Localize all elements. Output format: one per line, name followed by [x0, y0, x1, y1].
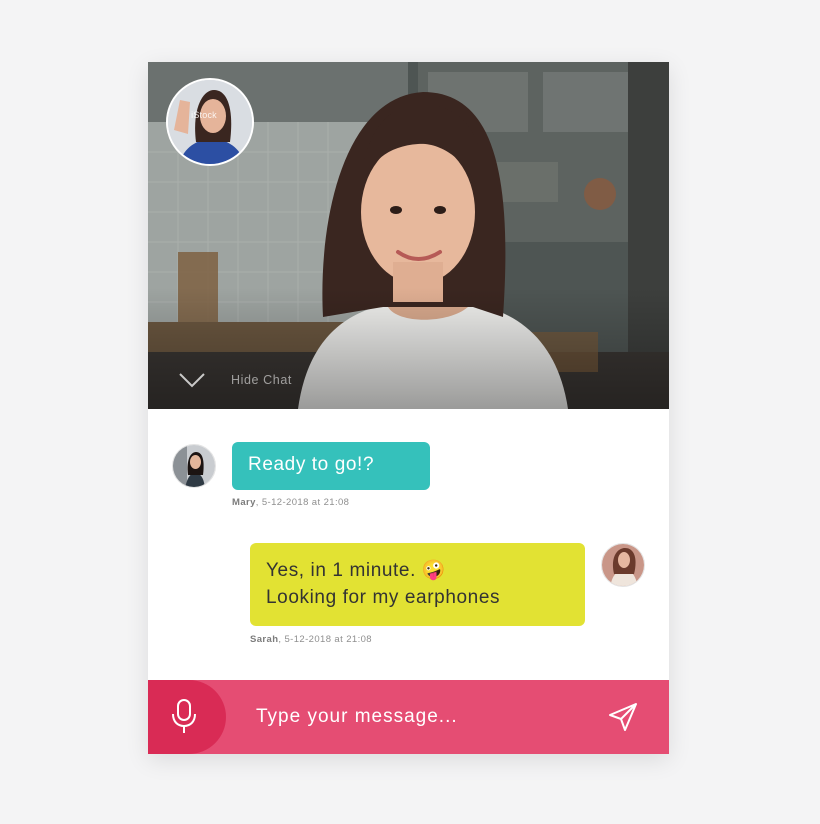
- microphone-icon: [172, 699, 196, 733]
- microphone-button[interactable]: [148, 680, 226, 754]
- hide-chat-label: Hide Chat: [231, 373, 292, 387]
- sender-name: Mary: [232, 497, 256, 508]
- watermark: iStock: [191, 110, 217, 120]
- message-text-line-2: Looking for my earphones: [266, 587, 501, 608]
- avatar-image: [602, 544, 644, 586]
- chevron-down-icon: [179, 373, 205, 388]
- message-bubble-sarah: Yes, in 1 minute. 🤪 Looking for my earph…: [250, 543, 585, 626]
- message-timestamp: , 5-12-2018 at 21:08: [255, 497, 350, 508]
- message-text-line-1: Yes, in 1 minute. 🤪: [266, 560, 447, 581]
- video-chat-card: iStock Hide Chat Ready to go!? Mary, 5-1…: [148, 62, 669, 754]
- message-input[interactable]: [256, 698, 586, 736]
- avatar-mary: [172, 444, 216, 488]
- paper-plane-icon: [609, 703, 637, 731]
- message-meta-sarah: Sarah, 5-12-2018 at 21:08: [250, 634, 372, 645]
- message-meta-mary: Mary, 5-12-2018 at 21:08: [232, 497, 349, 508]
- message-bubble-mary: Ready to go!?: [232, 442, 430, 490]
- avatar-sarah: [601, 543, 645, 587]
- sender-name: Sarah: [250, 634, 279, 645]
- self-view-thumbnail[interactable]: [166, 78, 254, 166]
- hide-chat-toggle[interactable]: Hide Chat: [178, 368, 292, 392]
- message-text: Ready to go!?: [248, 454, 375, 475]
- message-input-bar: [148, 680, 669, 754]
- message-timestamp: , 5-12-2018 at 21:08: [278, 634, 372, 645]
- remote-video-feed: iStock Hide Chat: [148, 62, 669, 409]
- self-view-image: [168, 80, 252, 164]
- send-button[interactable]: [606, 700, 640, 734]
- avatar-image: [173, 445, 215, 487]
